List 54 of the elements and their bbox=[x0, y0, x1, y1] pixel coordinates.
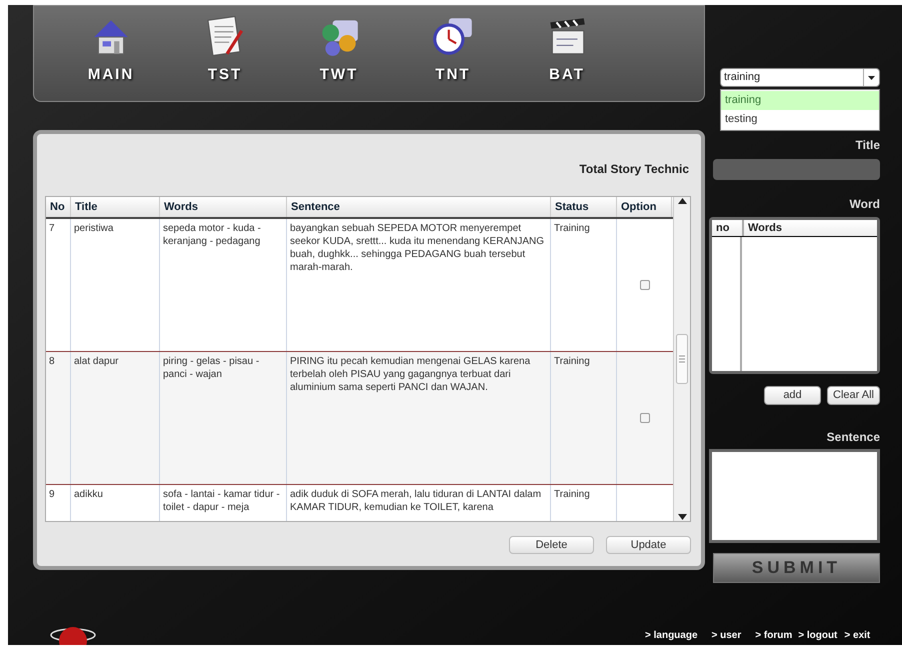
row-checkbox[interactable] bbox=[640, 413, 650, 423]
footer-link[interactable]: > language bbox=[645, 628, 698, 643]
clear-all-button[interactable]: Clear All bbox=[827, 386, 880, 405]
column-header[interactable]: Status bbox=[551, 197, 617, 217]
word-label: Word bbox=[850, 196, 880, 213]
dropdown-caret-icon[interactable] bbox=[868, 76, 875, 80]
footer-link[interactable]: > exit bbox=[844, 628, 870, 643]
scrollbar[interactable] bbox=[673, 197, 690, 521]
column-header[interactable]: no bbox=[712, 220, 744, 236]
table-cell-text: 9 bbox=[49, 488, 56, 501]
nav-link[interactable]: MAIN bbox=[88, 64, 134, 86]
sentence-label: Sentence bbox=[826, 429, 880, 446]
scroll-down-icon[interactable] bbox=[678, 514, 686, 520]
add-button[interactable]: add bbox=[764, 386, 821, 405]
column-header[interactable]: No bbox=[46, 197, 71, 217]
table-cell-text: alat dapur bbox=[74, 355, 120, 368]
row-checkbox[interactable] bbox=[640, 280, 650, 290]
title-label: Title bbox=[856, 137, 880, 154]
table-cell-text: peristiwa bbox=[74, 222, 114, 235]
footer-link[interactable]: > user bbox=[712, 628, 742, 643]
table-cell-text: 7 bbox=[49, 222, 56, 235]
title-field[interactable] bbox=[713, 159, 880, 180]
table-cell-text: Training bbox=[554, 355, 591, 368]
scroll-up-icon[interactable] bbox=[678, 198, 686, 204]
footer-link[interactable]: > forum bbox=[755, 628, 792, 643]
sentence-field[interactable] bbox=[709, 449, 880, 543]
nav-link[interactable]: BAT bbox=[549, 64, 585, 86]
panel-title: Total Story Technic bbox=[579, 161, 689, 178]
dropdown-value: training bbox=[723, 70, 762, 86]
column-header[interactable]: Words bbox=[744, 220, 877, 236]
table-cell-text: Training bbox=[554, 488, 591, 501]
footer-link[interactable]: > logout bbox=[798, 628, 838, 643]
scroll-thumb-icon[interactable] bbox=[676, 334, 688, 384]
column-header[interactable]: Sentence bbox=[287, 197, 551, 217]
nav-link[interactable]: TWT bbox=[320, 64, 358, 86]
table-cell-text: sofa - lantai - kamar tidur - toilet - dapur - meja bbox=[163, 488, 281, 514]
table-cell-text: bayangkan sebuah SEPEDA MOTOR menyerempet seekor KUDA, srettt... kuda itu menendang KERANJANG buah, dughkk... sehingga PEDAGANG buah tersebut marah-marah. bbox=[290, 222, 545, 274]
update-button[interactable]: Update bbox=[606, 536, 691, 554]
column-header[interactable]: Option bbox=[617, 197, 672, 217]
table-cell-text: Training bbox=[554, 222, 591, 235]
nav-link[interactable]: TST bbox=[208, 64, 242, 86]
dropdown-option[interactable]: training bbox=[721, 91, 879, 110]
table-cell-text: adikku bbox=[74, 488, 104, 501]
status-dropdown[interactable]: training bbox=[720, 68, 880, 87]
table-cell-text: sepeda motor - kuda - keranjang - pedagang bbox=[163, 222, 262, 248]
orb-logo-icon bbox=[48, 625, 98, 645]
table-cell-text: PIRING itu pecah kemudian mengenai GELAS karena terbelah oleh PISAU yang gagangnya terbuat dari aluminium sama seperti PANCI dan WAJAN. bbox=[290, 355, 532, 394]
nav-link[interactable]: TNT bbox=[435, 64, 471, 86]
delete-button[interactable]: Delete bbox=[509, 536, 594, 554]
table-cell-text: 8 bbox=[49, 355, 56, 368]
table-cell-text: adik duduk di SOFA merah, lalu tiduran di LANTAI dalam KAMAR TIDUR, kemudian ke TOILET, karena bbox=[290, 488, 542, 514]
table-cell-text: piring - gelas - pisau - panci - wajan bbox=[163, 355, 260, 381]
column-header[interactable]: Words bbox=[160, 197, 287, 217]
column-header[interactable]: Title bbox=[71, 197, 160, 217]
